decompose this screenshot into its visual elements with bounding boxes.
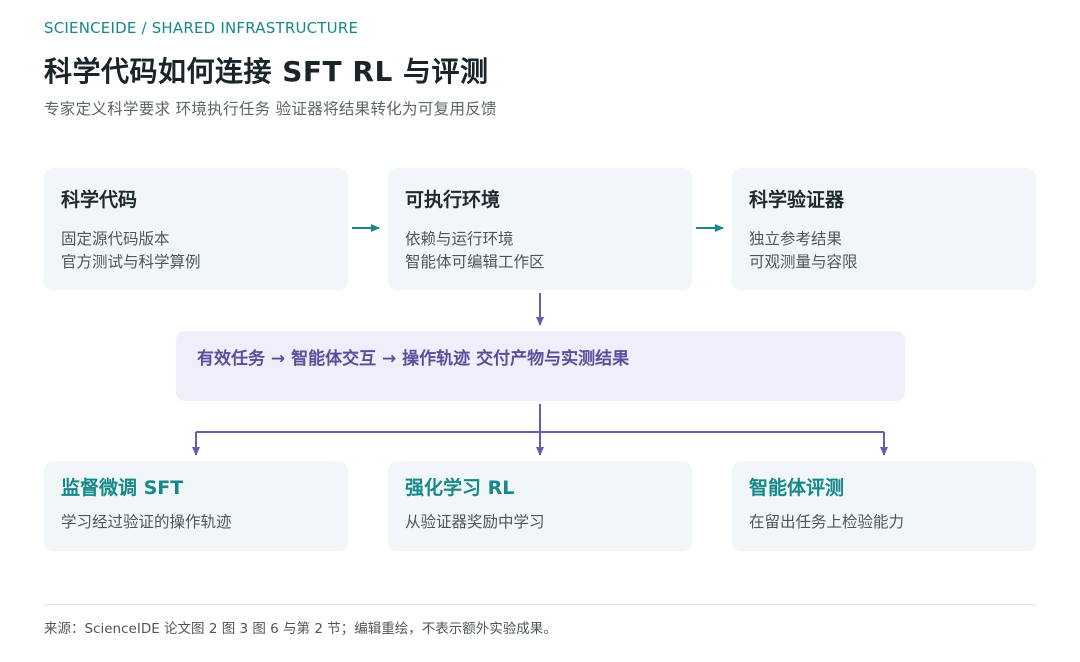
connector-layer xyxy=(192,224,888,456)
footer-divider xyxy=(44,604,1036,605)
source-footnote: 来源：ScienceIDE 论文图 2 图 3 图 6 与第 2 节；编辑重绘，… xyxy=(44,621,557,637)
